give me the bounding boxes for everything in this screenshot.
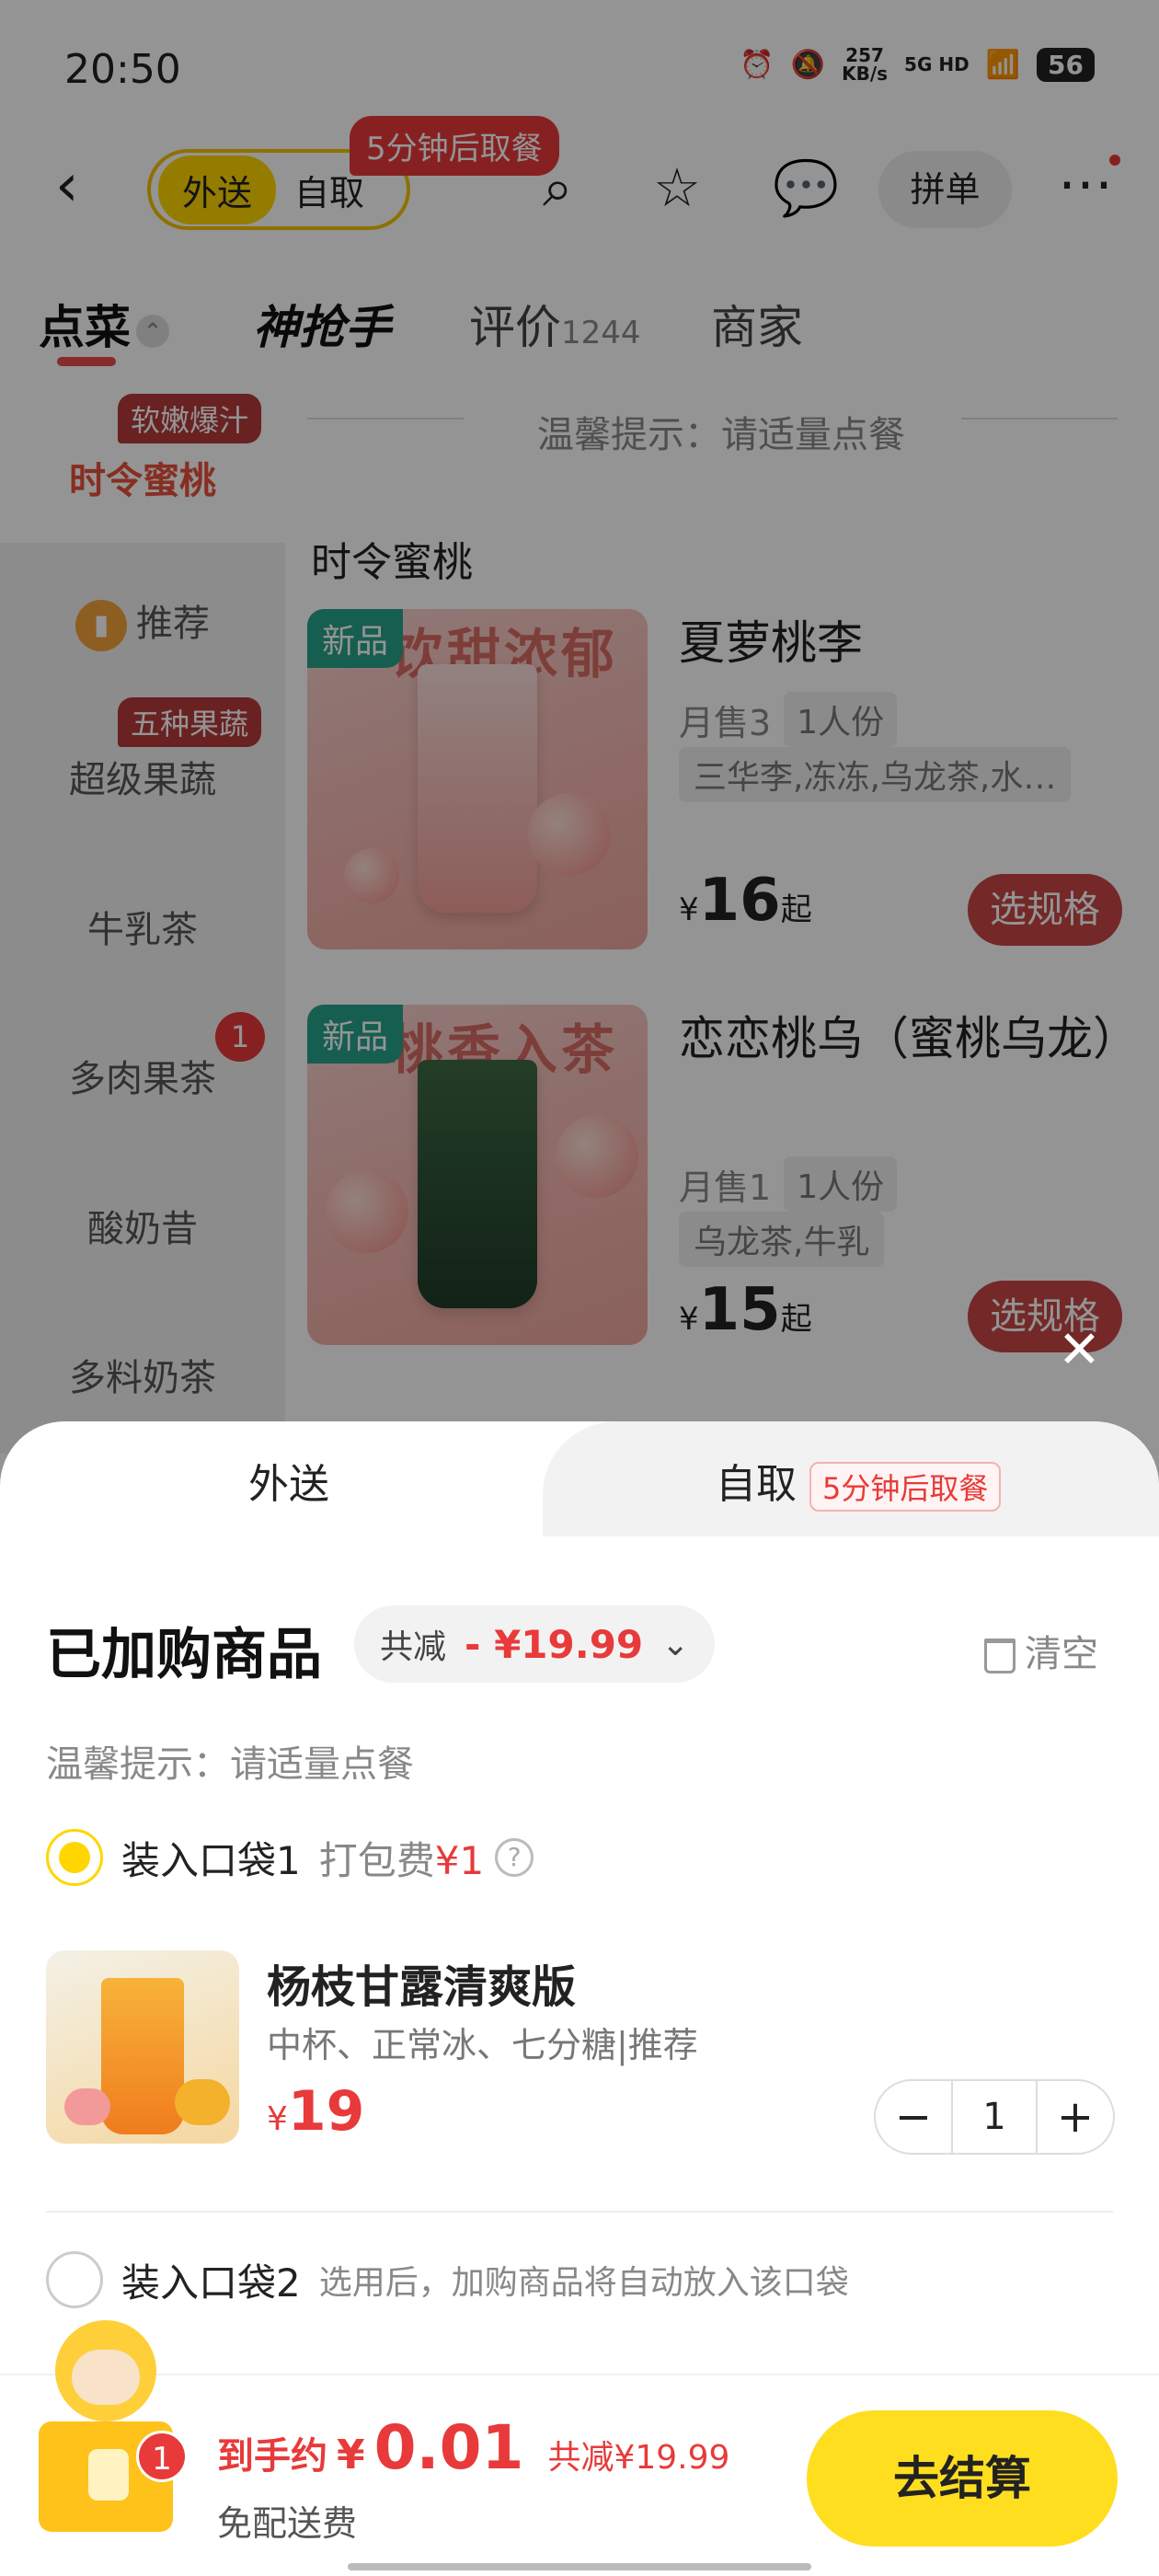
discount-summary[interactable]: 共减 - ¥19.99 ⌄: [354, 1605, 716, 1683]
saved-amount: 共减¥19.99: [547, 2439, 730, 2477]
bag-1-option[interactable]: 装入口袋1 打包费¥1 ?: [46, 1829, 534, 1886]
sheet-tab-pickup[interactable]: 自取 5分钟后取餐: [716, 1451, 1002, 1512]
help-icon[interactable]: ?: [495, 1838, 534, 1877]
cart-item-image: [46, 1950, 239, 2144]
close-icon[interactable]: ✕: [1058, 1325, 1101, 1376]
trash-icon: [984, 1639, 1016, 1673]
decrease-button[interactable]: −: [876, 2081, 951, 2153]
cart-hint: 温馨提示：请适量点餐: [46, 1743, 414, 1786]
drink-cup-graphic: [101, 1978, 184, 2134]
clear-cart-button[interactable]: 清空: [984, 1624, 1098, 1677]
quantity-stepper: − 1 +: [874, 2079, 1115, 2155]
grapefruit-graphic: [64, 2088, 110, 2125]
packing-fee: 打包费¥1: [318, 1837, 485, 1883]
chevron-down-icon: ⌄: [661, 1625, 690, 1663]
pickup-time-tag: 5分钟后取餐: [809, 1462, 1002, 1512]
divider: [46, 2211, 1113, 2213]
cart-item-spec: 中杯、正常冰、七分糖|推荐: [267, 2025, 698, 2065]
sheet-tab-delivery[interactable]: 外送: [248, 1451, 329, 1510]
bag-2-option[interactable]: 装入口袋2 选用后，加购商品将自动放入该口袋: [46, 2251, 849, 2308]
cart-item-price: ¥19: [267, 2079, 365, 2144]
mango-graphic: [175, 2079, 230, 2125]
cart-item: 杨枝甘露清爽版 中杯、正常冰、七分糖|推荐 ¥19 − 1 +: [46, 1950, 1115, 2155]
total-price: 到手约 ¥0.01 共减¥19.99: [217, 2412, 730, 2483]
increase-button[interactable]: +: [1038, 2081, 1113, 2153]
cart-item-name: 杨枝甘露清爽版: [267, 1961, 577, 2013]
checkout-button[interactable]: 去结算: [807, 2410, 1118, 2547]
bag-2-radio[interactable]: [46, 2251, 103, 2308]
cart-count-badge: 1: [136, 2431, 188, 2482]
cart-title: 已加购商品: [46, 1623, 322, 1687]
delivery-fee-note: 免配送费: [217, 2503, 358, 2544]
sheet-mode-tabs: 外送 自取 5分钟后取餐: [0, 1421, 1159, 1536]
bag-1-radio[interactable]: [46, 1829, 103, 1886]
checkout-bar: 1 到手约 ¥0.01 共减¥19.99 免配送费 去结算: [0, 2320, 1159, 2576]
quantity-value[interactable]: 1: [951, 2081, 1038, 2153]
home-indicator[interactable]: [348, 2563, 811, 2570]
bag-2-description: 选用后，加购商品将自动放入该口袋: [318, 2264, 849, 2302]
